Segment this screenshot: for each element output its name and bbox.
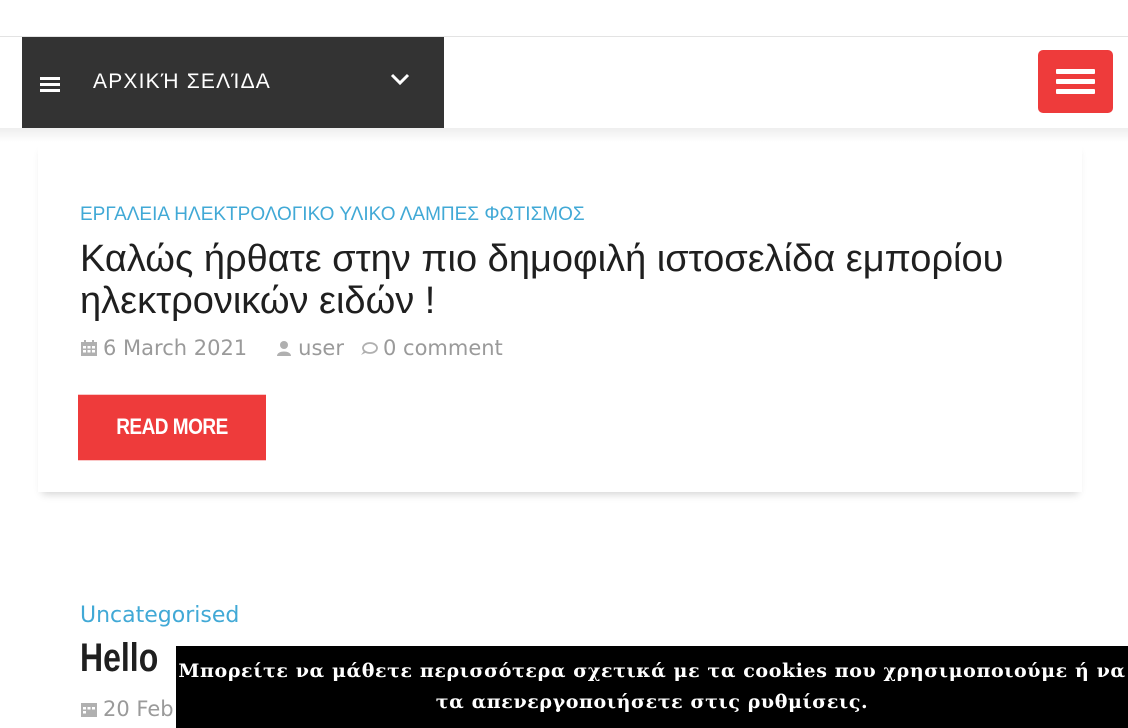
comment-icon bbox=[360, 342, 378, 355]
post-date[interactable]: 6 March 2021 bbox=[103, 336, 247, 360]
post2-categories[interactable]: Uncategorised bbox=[80, 603, 239, 628]
post2-meta: 20 Feb bbox=[80, 697, 174, 721]
calendar-icon bbox=[81, 340, 97, 356]
main-menu-dropdown[interactable]: ΑΡΧΙΚΉ ΣΕΛΊΔΑ bbox=[22, 37, 444, 128]
menu-label: ΑΡΧΙΚΉ ΣΕΛΊΔΑ bbox=[93, 70, 272, 93]
post-comments[interactable]: 0 comment bbox=[383, 336, 503, 360]
post-author[interactable]: user bbox=[298, 336, 344, 360]
hamburger-icon bbox=[40, 77, 60, 92]
read-more-button[interactable]: READ MORE bbox=[78, 394, 266, 461]
mobile-menu-toggle-button[interactable] bbox=[1038, 50, 1113, 113]
post2-date[interactable]: 20 Feb bbox=[103, 697, 174, 721]
calendar-icon bbox=[81, 703, 97, 717]
user-icon bbox=[277, 341, 292, 356]
post-categories[interactable]: ΕΡΓΑΛΕΙΑ ΗΛΕΚΤΡΟΛΟΓΙΚΟ ΥΛΙΚΟ ΛΑΜΠΕΣ ΦΩΤΙ… bbox=[80, 204, 585, 226]
cookie-banner: Μπορείτε να μάθετε περισσότερα σχετικά μ… bbox=[176, 646, 1128, 728]
post-meta: 6 March 2021 user 0 comment bbox=[80, 336, 503, 360]
post-title[interactable]: Καλώς ήρθατε στην πιο δημοφιλή ιστοσελίδ… bbox=[80, 238, 1040, 322]
post2-title[interactable]: Hello bbox=[80, 636, 158, 681]
navbar-shadow bbox=[0, 128, 1128, 142]
navbar: ΑΡΧΙΚΉ ΣΕΛΊΔΑ bbox=[0, 37, 1128, 129]
cookie-banner-text: Μπορείτε να μάθετε περισσότερα σχετικά μ… bbox=[178, 660, 1126, 713]
chevron-down-icon[interactable] bbox=[388, 69, 412, 89]
